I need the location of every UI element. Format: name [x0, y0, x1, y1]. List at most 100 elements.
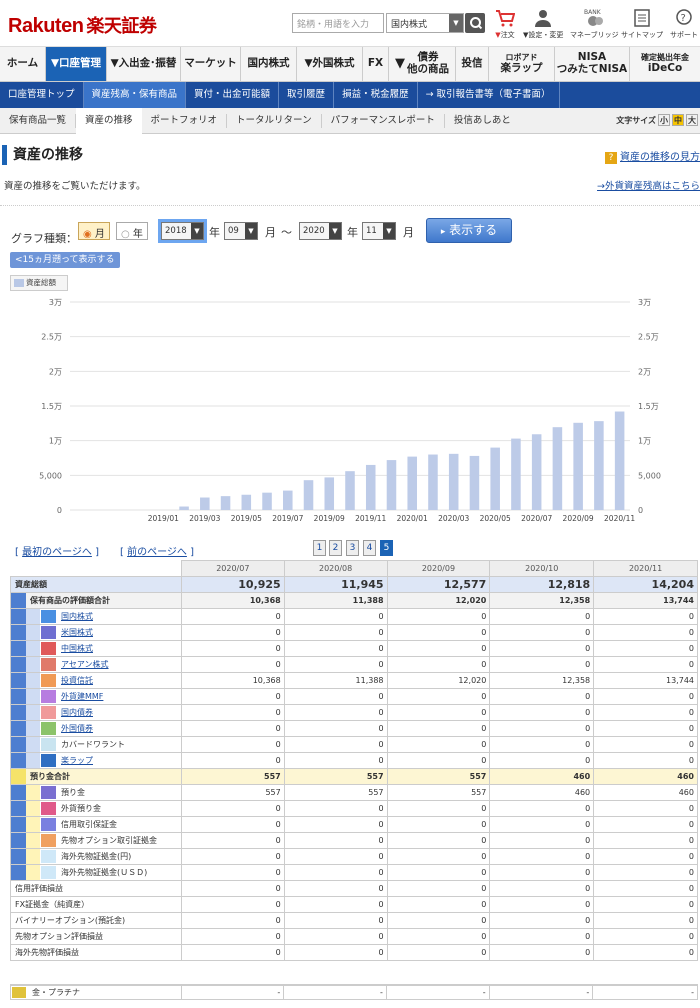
font-mid-button[interactable]: 中: [672, 114, 684, 126]
back-15-months-button[interactable]: <15ヵ月遡って表示する: [10, 252, 120, 268]
font-small-button[interactable]: 小: [658, 114, 670, 126]
value-cell: 557: [283, 768, 388, 785]
page-3[interactable]: 3: [346, 540, 359, 556]
nav-foreign-stock[interactable]: ▼外国株式: [297, 47, 363, 81]
nav-fund[interactable]: 投信: [456, 47, 489, 81]
y-tick-label: 1万: [638, 437, 651, 446]
tab-asset-trend[interactable]: 資産の推移: [76, 107, 142, 134]
year-radio[interactable]: ○ 年: [116, 222, 148, 240]
value-cell: 557: [180, 768, 285, 785]
bar[interactable]: [614, 411, 625, 510]
bar[interactable]: [386, 460, 397, 510]
bar[interactable]: [552, 427, 563, 510]
bar[interactable]: [345, 471, 355, 510]
bar[interactable]: [200, 497, 210, 510]
from-year-select[interactable]: 2018 ▼: [161, 222, 204, 240]
bar[interactable]: [220, 496, 231, 510]
nav-home[interactable]: ホーム: [0, 47, 46, 81]
nav-domestic-stock[interactable]: 国内株式: [241, 47, 297, 81]
bar[interactable]: [407, 456, 417, 510]
row-label: 預り金: [61, 788, 85, 797]
bar[interactable]: [469, 455, 480, 510]
market-select[interactable]: 国内株式 ▼: [386, 13, 464, 33]
bar[interactable]: [283, 490, 293, 510]
page-2[interactable]: 2: [329, 540, 342, 556]
month-radio[interactable]: ◉ 月: [78, 222, 110, 240]
page-1[interactable]: 1: [313, 540, 326, 556]
nav-ideco[interactable]: 確定拠出年金 iDeCo: [630, 47, 700, 81]
page-5[interactable]: 5: [380, 540, 393, 556]
money-bridge-link[interactable]: BANK マネーブリッジ: [570, 8, 619, 40]
tab-reports[interactable]: → 取引報告書等（電子書面）: [418, 82, 560, 108]
bar[interactable]: [448, 453, 459, 510]
bar[interactable]: [262, 492, 272, 510]
tab-portfolio[interactable]: ポートフォリオ: [142, 113, 228, 128]
x-tick-label: 2019/01: [148, 514, 179, 523]
fx-balance-link[interactable]: →外貨資産残高はこちら: [597, 178, 700, 192]
prev-page-link[interactable]: [ 前のページへ ]: [120, 543, 194, 558]
page-4[interactable]: 4: [363, 540, 376, 556]
tab-total-return[interactable]: トータルリターン: [227, 113, 322, 128]
row-label-cell: 預り金合計: [10, 768, 182, 785]
bar[interactable]: [179, 506, 189, 510]
search-button[interactable]: [465, 13, 485, 33]
font-large-button[interactable]: 大: [686, 114, 698, 126]
tab-holdings[interactable]: 資産残高・保有商品: [83, 82, 187, 108]
bar[interactable]: [428, 454, 438, 510]
row-label[interactable]: 外貨建MMF: [57, 689, 103, 704]
to-month-select[interactable]: 11 ▼: [362, 222, 396, 240]
bar[interactable]: [303, 480, 314, 510]
row-label[interactable]: 外国債券: [57, 721, 93, 736]
row-label[interactable]: 国内債券: [57, 705, 93, 720]
from-month-select[interactable]: 09 ▼: [224, 222, 258, 240]
nav-market[interactable]: マーケット: [181, 47, 241, 81]
gold-value: -: [284, 986, 387, 999]
row-label[interactable]: 投資信託: [57, 673, 93, 688]
value-cell: 0: [386, 624, 491, 641]
bar[interactable]: [324, 477, 335, 510]
bar[interactable]: [490, 447, 500, 510]
tab-fund-footprint[interactable]: 投信あしあと: [445, 114, 520, 128]
chart-legend[interactable]: 資産総額: [10, 275, 68, 291]
help-link[interactable]: ? 資産の推移の見方: [605, 148, 700, 164]
bar[interactable]: [531, 434, 542, 510]
support-link[interactable]: ? サポート: [670, 8, 698, 40]
value-cell: 0: [283, 624, 388, 641]
search-input[interactable]: 銘柄・用語を入力: [292, 13, 384, 33]
bar[interactable]: [573, 422, 583, 510]
tab-performance[interactable]: パフォーマンスレポート: [322, 113, 445, 128]
nav-rakuwrap[interactable]: ロボアド 楽ラップ: [489, 47, 555, 81]
bar[interactable]: [594, 421, 604, 510]
tab-tax[interactable]: 損益・税金履歴: [334, 82, 418, 108]
nav-deposit[interactable]: ▼入出金･振替: [107, 47, 181, 81]
x-tick-label: 2019/09: [314, 514, 345, 523]
row-label[interactable]: 中国株式: [57, 641, 93, 656]
tab-buying-power[interactable]: 買付・出金可能額: [186, 82, 280, 108]
value-cell: 12,818: [489, 576, 595, 593]
first-page-link[interactable]: [ 最初のページへ ]: [15, 543, 99, 558]
rakuten-logo[interactable]: Rakuten 楽天証券: [8, 12, 157, 38]
value-cell: 0: [180, 704, 285, 721]
row-label: 先物オプション取引証拠金: [61, 836, 157, 845]
bar[interactable]: [511, 438, 521, 510]
tab-history[interactable]: 取引履歴: [279, 82, 335, 108]
nav-nisa[interactable]: NISA つみたてNISA: [555, 47, 630, 81]
nav-fx[interactable]: FX: [363, 47, 389, 81]
show-button[interactable]: ▸ 表示する: [426, 218, 512, 243]
tab-account-top[interactable]: 口座管理トップ: [0, 82, 84, 108]
row-label[interactable]: 国内株式: [57, 609, 93, 624]
row-label[interactable]: アセアン株式: [57, 657, 109, 672]
settings-link[interactable]: ▼設定・変更: [523, 8, 563, 40]
nav-account[interactable]: ▼口座管理: [46, 47, 107, 81]
to-year-select[interactable]: 2020 ▼: [299, 222, 342, 240]
tab-holdings-list[interactable]: 保有商品一覧: [0, 113, 77, 128]
bar[interactable]: [241, 494, 252, 510]
sitemap-link[interactable]: サイトマップ: [621, 8, 663, 40]
row-label[interactable]: 楽ラップ: [57, 753, 93, 768]
nav-bonds[interactable]: ▼ 債券 他の商品: [389, 47, 456, 81]
order-link[interactable]: ▼注文: [495, 8, 515, 40]
y-tick-label: 5,000: [39, 471, 62, 480]
bar[interactable]: [365, 464, 376, 510]
value-cell: 0: [593, 720, 698, 737]
row-label[interactable]: 米国株式: [57, 625, 93, 640]
